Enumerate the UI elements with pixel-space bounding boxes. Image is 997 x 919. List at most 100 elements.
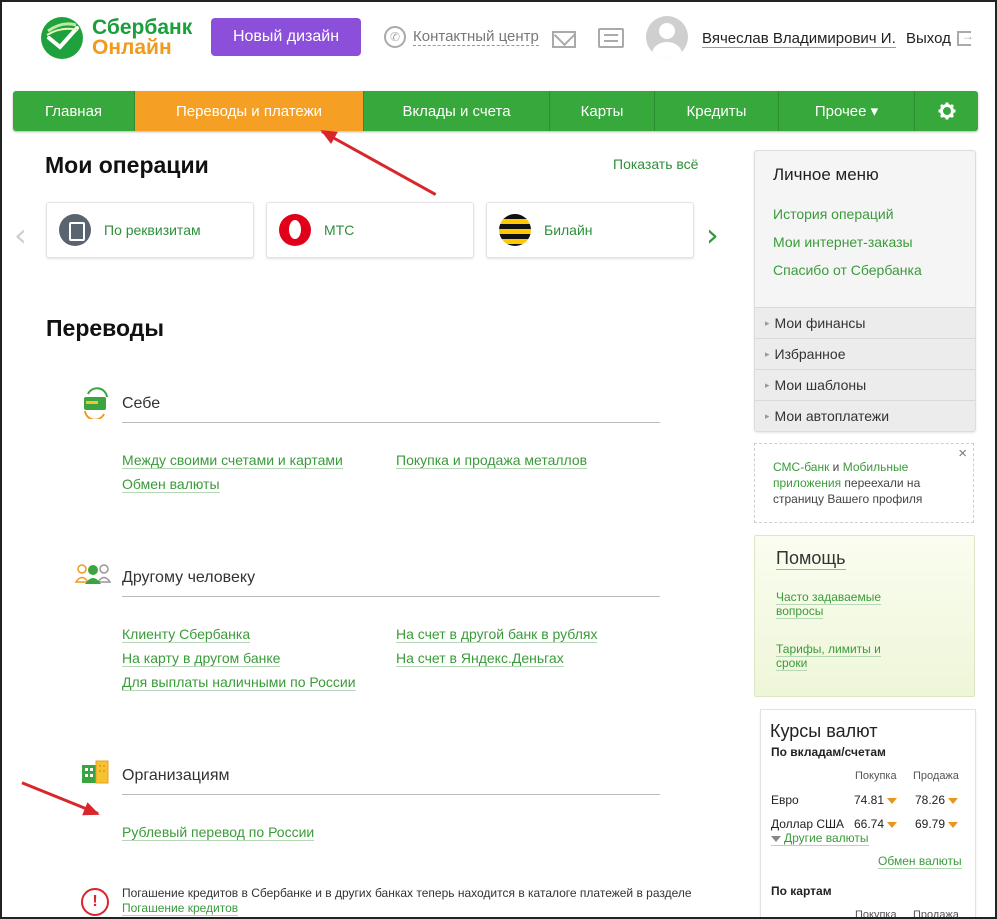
warning-icon: ! — [81, 888, 109, 916]
rates-col-sell: Продажа — [913, 770, 959, 782]
trend-down-icon — [948, 797, 959, 804]
username-link[interactable]: Вячеслав Владимирович И. — [702, 30, 896, 48]
menu-row-label: Мои шаблоны — [774, 377, 867, 393]
section-title-other-person: Другому человеку — [122, 569, 256, 586]
show-all-link[interactable]: Показать всё — [613, 156, 698, 172]
contact-center-label: Контактный центр — [413, 28, 539, 46]
self-transfer-icon — [84, 387, 108, 419]
rate-buy-value: 74.81 — [854, 793, 885, 807]
carousel-next-icon[interactable]: › — [706, 216, 719, 254]
annotation-arrow-bottom — [21, 781, 99, 815]
link-metals[interactable]: Покупка и продажа металлов — [396, 452, 588, 469]
mts-logo-icon — [279, 214, 311, 246]
trend-down-icon — [887, 821, 898, 828]
tariffs-link[interactable]: Тарифы, лимиты и сроки — [776, 642, 881, 671]
link-sberbank-client[interactable]: Клиенту Сбербанка — [122, 626, 251, 643]
rates-col-buy: Покупка — [855, 909, 897, 919]
personal-menu: Личное меню История операций Мои интерне… — [754, 150, 976, 432]
personal-menu-title: Личное меню — [773, 165, 879, 184]
menu-row-autopayments[interactable]: ▸ Мои автоплатежи — [755, 400, 975, 431]
bullet-icon: ▸ — [765, 317, 770, 328]
bullet-icon: ▸ — [765, 410, 770, 421]
new-design-button[interactable]: Новый дизайн — [211, 18, 361, 56]
trend-down-icon — [887, 797, 898, 804]
settings-button[interactable] — [915, 91, 978, 131]
menu-row-favorites[interactable]: ▸ Избранное — [755, 338, 975, 369]
link-cash-payout-russia[interactable]: Для выплаты наличными по России — [122, 674, 356, 691]
sberbank-logo-icon — [41, 17, 83, 59]
link-operations-history[interactable]: История операций — [773, 206, 894, 222]
operation-card-requisites[interactable]: По реквизитам — [46, 202, 254, 258]
section-divider — [122, 794, 660, 795]
tariffs-line-2: сроки — [776, 656, 808, 671]
help-box: Помощь Часто задаваемые вопросы Тарифы, … — [754, 535, 975, 697]
rate-buy: 66.74 — [854, 817, 898, 831]
clipboard-icon — [59, 214, 91, 246]
link-card-other-bank[interactable]: На карту в другом банке — [122, 650, 281, 667]
bullet-icon: ▸ — [765, 348, 770, 359]
faq-line-2: вопросы — [776, 604, 824, 619]
section-title-self: Себе — [122, 395, 161, 412]
rate-currency: Евро — [771, 793, 799, 807]
other-currencies-link[interactable]: Другие валюты — [771, 832, 869, 846]
mail-icon[interactable] — [552, 31, 576, 48]
avatar[interactable] — [646, 16, 688, 58]
section-divider — [122, 422, 660, 423]
link-yandex-money[interactable]: На счет в Яндекс.Деньгах — [396, 650, 564, 667]
carousel-prev-icon[interactable]: ‹ — [14, 216, 27, 254]
rate-currency: Доллар США — [771, 817, 845, 831]
menu-row-templates[interactable]: ▸ Мои шаблоны — [755, 369, 975, 400]
credit-notice-text: Погашение кредитов в Сбербанке и в други… — [122, 886, 692, 900]
operation-card-mts[interactable]: МТС — [266, 202, 474, 258]
section-divider — [122, 596, 660, 597]
rate-buy: 74.81 — [854, 793, 898, 807]
help-title: Помощь — [776, 548, 846, 570]
sberbank-logo[interactable]: Сбербанк Онлайн — [40, 16, 192, 60]
nav-item-credits[interactable]: Кредиты — [655, 91, 779, 131]
rates-col-buy: Покупка — [855, 770, 897, 782]
currency-rates: Курсы валют По вкладам/счетам Покупка Пр… — [760, 709, 976, 919]
sms-bank-link[interactable]: СМС-банк — [773, 460, 829, 474]
main-nav: Главная Переводы и платежи Вклады и счет… — [13, 91, 978, 131]
chat-icon[interactable] — [598, 28, 624, 48]
nav-item-deposits-accounts[interactable]: Вклады и счета — [364, 91, 550, 131]
nav-item-other[interactable]: Прочее ▾ — [779, 91, 915, 131]
logout-label: Выход — [906, 30, 951, 47]
logout-link[interactable]: Выход — [906, 29, 974, 47]
link-internet-orders[interactable]: Мои интернет-заказы — [773, 234, 913, 250]
menu-row-label: Мои финансы — [774, 315, 866, 331]
link-ruble-transfer-russia[interactable]: Рублевый перевод по России — [122, 824, 315, 841]
exchange-link[interactable]: Обмен валюты — [878, 855, 962, 869]
link-account-other-bank-rub[interactable]: На счет в другой банк в рублях — [396, 626, 598, 643]
menu-row-finances[interactable]: ▸ Мои финансы — [755, 307, 975, 338]
operation-card-label: МТС — [324, 222, 355, 238]
logo-line-1: Сбербанк — [92, 16, 193, 39]
rates-by-deposits: По вкладам/счетам — [771, 745, 886, 759]
faq-link[interactable]: Часто задаваемые вопросы — [776, 590, 882, 619]
contact-center-link[interactable]: ✆ Контактный центр — [384, 26, 539, 48]
operation-card-label: Билайн — [544, 222, 593, 238]
sms-notice-text: и — [829, 460, 843, 474]
credit-repayment-link[interactable]: Погашение кредитов — [122, 901, 239, 916]
logout-icon — [956, 29, 974, 46]
annotation-arrow-top — [321, 130, 437, 196]
link-between-own-accounts[interactable]: Между своими счетами и картами — [122, 452, 343, 469]
section-title-organizations: Организациям — [122, 767, 230, 784]
nav-item-cards[interactable]: Карты — [550, 91, 655, 131]
link-currency-exchange[interactable]: Обмен валюты — [122, 476, 220, 493]
rate-buy-value: 66.74 — [854, 817, 885, 831]
link-spasibo[interactable]: Спасибо от Сбербанка — [773, 262, 922, 278]
rates-title: Курсы валют — [770, 721, 878, 741]
beeline-logo-icon — [499, 214, 531, 246]
gear-icon — [938, 102, 955, 120]
sms-notice: × СМС-банк и Мобильные приложения переех… — [754, 443, 974, 523]
close-icon[interactable]: × — [958, 446, 967, 462]
rate-sell-value: 69.79 — [915, 817, 946, 831]
operation-card-beeline[interactable]: Билайн — [486, 202, 694, 258]
chevron-down-icon — [771, 835, 781, 842]
nav-item-transfers-payments[interactable]: Переводы и платежи — [135, 91, 364, 131]
rates-col-sell: Продажа — [913, 909, 959, 919]
people-icon — [74, 564, 112, 584]
nav-item-main[interactable]: Главная — [13, 91, 135, 131]
trend-down-icon — [948, 821, 959, 828]
